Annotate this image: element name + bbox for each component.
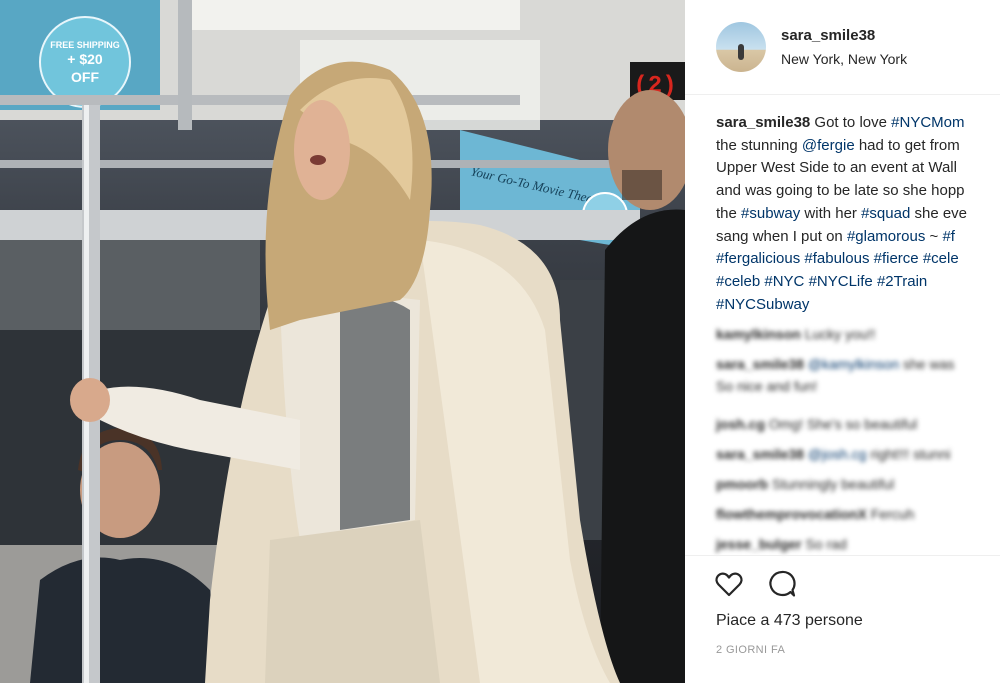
comment-username[interactable]: flowthemprovocationX [716, 506, 867, 522]
comments-list: kamylkinson Lucky you!! sara_smile38 @kam… [716, 323, 1000, 563]
caption-line: sara_smile38 Got to love #NYCMom [716, 112, 1000, 135]
svg-text:+ $20: + $20 [67, 51, 103, 67]
hashtag-link[interactable]: #fergalicious [716, 250, 800, 267]
hashtag-link[interactable]: #subway [741, 205, 800, 222]
hashtag-link[interactable]: #cele [923, 250, 959, 267]
likes-count[interactable]: Piace a 473 persone [716, 612, 863, 630]
comment-item: sara_smile38 @josh.cg right!!! stunni [716, 443, 1000, 473]
subway-scene: FREE SHIPPING + $20 OFF Your Go-To Movie… [0, 0, 685, 683]
comment-username[interactable]: sara_smile38 [716, 356, 804, 372]
hashtag-link[interactable]: #NYCLife [809, 273, 873, 290]
post-photo[interactable]: FREE SHIPPING + $20 OFF Your Go-To Movie… [0, 0, 685, 683]
caption-text: the [716, 204, 742, 222]
caption-line: #NYCSubway [716, 294, 1000, 317]
hashtag-link[interactable]: #NYCMom [891, 114, 964, 131]
hashtag-link[interactable]: #NYCSubway [716, 296, 809, 313]
caption-text: she eve [910, 204, 968, 222]
caption-text: sang when I put on [716, 227, 847, 245]
comment-username[interactable]: jesse_bulger [716, 536, 802, 552]
caption-line: Upper West Side to an event at Wall [716, 157, 1000, 180]
comment-item: kamylkinson Lucky you!! [716, 323, 1000, 353]
comment-mention[interactable]: @josh.cg [808, 446, 867, 462]
header-username[interactable]: sara_smile38 [781, 27, 875, 44]
caption-line: the #subway with her #squad she eve [716, 203, 1000, 226]
svg-text:OFF: OFF [71, 69, 99, 85]
speech-bubble-icon[interactable] [766, 568, 798, 600]
comment-mention[interactable]: @kamylkinson [808, 356, 899, 372]
comment-text: right!!! stunni [870, 446, 951, 462]
comment-username[interactable]: pmoorb [716, 476, 768, 492]
caption-username[interactable]: sara_smile38 [716, 114, 810, 131]
hashtag-link[interactable]: #2Train [877, 273, 927, 290]
comment-item: josh.cg Omg! She's so beautiful [716, 413, 1000, 443]
avatar[interactable] [716, 22, 766, 72]
mention-link[interactable]: @fergie [802, 137, 855, 154]
hashtag-link[interactable]: #squad [861, 205, 910, 222]
comment-username[interactable]: kamylkinson [716, 326, 801, 342]
hashtag-link[interactable]: #f [942, 228, 955, 245]
post-header: sara_smile38 New York, New York [685, 0, 1000, 95]
svg-text:FREE SHIPPING: FREE SHIPPING [50, 40, 120, 50]
hashtag-link[interactable]: #fabulous [804, 250, 869, 267]
caption-line: #celeb #NYC #NYCLife #2Train [716, 271, 1000, 294]
hashtag-link[interactable]: #glamorous [847, 228, 925, 245]
caption-text: ~ [925, 227, 943, 245]
comment-username[interactable]: sara_smile38 [716, 446, 804, 462]
caption-text: and was going to be late so she hopp [716, 182, 965, 200]
caption-text: had to get from [854, 136, 960, 154]
post-actions: Piace a 473 persone 2 GIORNI FA [685, 555, 1000, 683]
post-side-panel: sara_smile38 New York, New York sara_smi… [685, 0, 1000, 683]
hashtag-link[interactable]: #NYC [764, 273, 804, 290]
heart-icon[interactable] [713, 568, 745, 600]
header-location[interactable]: New York, New York [781, 51, 907, 67]
caption-text: the stunning [716, 136, 802, 154]
comment-text: Fercuh [870, 506, 915, 522]
hashtag-link[interactable]: #fierce [874, 250, 919, 267]
comment-item: sara_smile38 @kamylkinson she was So nice… [716, 353, 1000, 413]
caption-text: with her [800, 204, 862, 222]
caption-line: and was going to be late so she hopp [716, 180, 1000, 203]
comment-text: Stunningly beautiful [772, 476, 895, 492]
timestamp: 2 GIORNI FA [716, 644, 786, 656]
comment-text: So rad [805, 536, 847, 552]
caption-line: the stunning @fergie had to get from [716, 135, 1000, 158]
comment-item: flowthemprovocationX Fercuh [716, 503, 1000, 533]
comment-text: Lucky you!! [804, 326, 876, 342]
comment-text: Omg! She's so beautiful [768, 416, 918, 432]
hashtag-link[interactable]: #celeb [716, 273, 760, 290]
comment-text: So nice and fun! [716, 378, 818, 394]
caption-text: Got to love [814, 114, 892, 131]
caption-text: Upper West Side to an event at Wall [716, 159, 957, 177]
caption-line: #fergalicious #fabulous #fierce #cele [716, 248, 1000, 271]
comment-item: pmoorb Stunningly beautiful [716, 473, 1000, 503]
comment-text: she was [903, 356, 955, 372]
caption: sara_smile38 Got to love #NYCMom the stun… [716, 112, 1000, 316]
caption-line: sang when I put on #glamorous ~ #f [716, 226, 1000, 249]
comment-username[interactable]: josh.cg [716, 416, 765, 432]
